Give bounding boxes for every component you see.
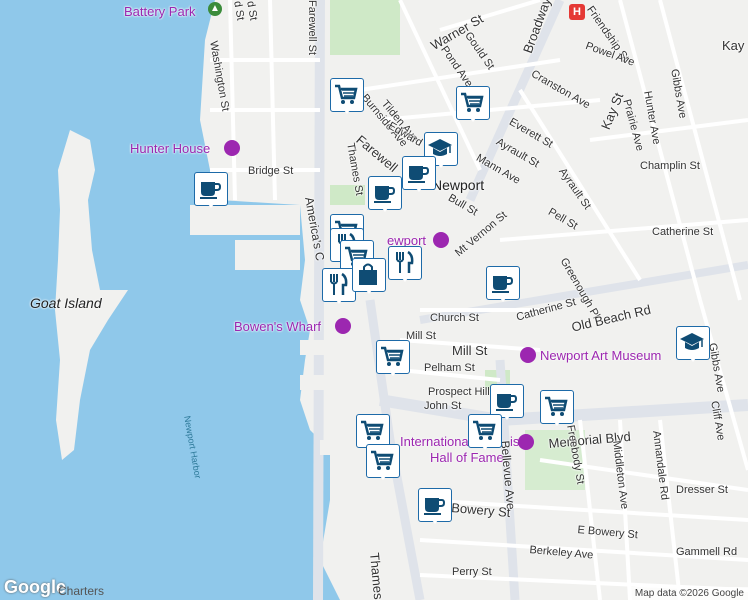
hospital-icon: H bbox=[569, 4, 585, 20]
camera-icon bbox=[335, 318, 351, 334]
google-logo: Google bbox=[4, 577, 66, 597]
map-marker-coffee[interactable] bbox=[486, 266, 520, 306]
bowens-wharf-label: Bowen's Wharf bbox=[234, 319, 322, 334]
street-church: Church St bbox=[430, 312, 479, 324]
map-marker-cart[interactable] bbox=[366, 444, 400, 484]
map-marker-cart[interactable] bbox=[376, 340, 410, 380]
charters-label: Charters bbox=[58, 584, 105, 598]
newport-art-museum-label: Newport Art Museum bbox=[540, 348, 662, 363]
battery-park-label: Battery Park bbox=[124, 4, 196, 19]
street-mill2: Mill St bbox=[452, 343, 488, 358]
map-marker-coffee[interactable] bbox=[194, 172, 228, 212]
hunter-house-label: Hunter House bbox=[130, 141, 211, 156]
farewell-road bbox=[313, 0, 325, 600]
street-john: John St bbox=[424, 400, 462, 412]
map-marker-cart[interactable] bbox=[540, 390, 574, 430]
map-marker-restaurant[interactable] bbox=[388, 246, 422, 286]
street-dresser: Dresser St bbox=[676, 484, 728, 496]
street-pelham: Pelham St bbox=[424, 362, 475, 374]
map-marker-cart[interactable] bbox=[468, 414, 502, 454]
map-marker-restaurant[interactable] bbox=[322, 268, 356, 308]
newport-label: Newport bbox=[432, 177, 485, 193]
map-canvas[interactable]: Battery Park Hunter House Goat Island Bo… bbox=[0, 0, 748, 600]
map-attribution[interactable]: Map data ©2026 Google bbox=[630, 587, 748, 600]
map-base bbox=[0, 0, 748, 600]
park-icon: ▲ bbox=[208, 2, 222, 16]
street-kay-top: Kay bbox=[722, 38, 745, 53]
street-catherine: Catherine St bbox=[652, 226, 714, 238]
map-marker-cart[interactable] bbox=[456, 86, 490, 126]
map-marker-coffee[interactable] bbox=[418, 488, 452, 528]
street-mill: Mill St bbox=[406, 330, 436, 342]
street-bridge: Bridge St bbox=[248, 165, 294, 177]
map-marker-coffee[interactable] bbox=[368, 176, 402, 216]
museum-icon bbox=[433, 232, 449, 248]
street-gammell: Gammell Rd bbox=[676, 546, 738, 558]
museum-icon bbox=[518, 434, 534, 450]
museum-icon bbox=[224, 140, 240, 156]
map-marker-shopping-bag[interactable] bbox=[352, 258, 386, 298]
street-perry: Perry St bbox=[452, 566, 492, 578]
park-area bbox=[330, 0, 400, 55]
map-marker-school[interactable] bbox=[676, 326, 710, 366]
street-farewell-top: Farewell St bbox=[306, 0, 318, 56]
goat-island-label: Goat Island bbox=[30, 295, 102, 311]
map-marker-cart[interactable] bbox=[330, 78, 364, 118]
street-champlin: Champlin St bbox=[640, 160, 700, 172]
map-marker-coffee[interactable] bbox=[402, 156, 436, 196]
museum-icon bbox=[520, 347, 536, 363]
street-prospect: Prospect Hill bbox=[428, 386, 490, 398]
